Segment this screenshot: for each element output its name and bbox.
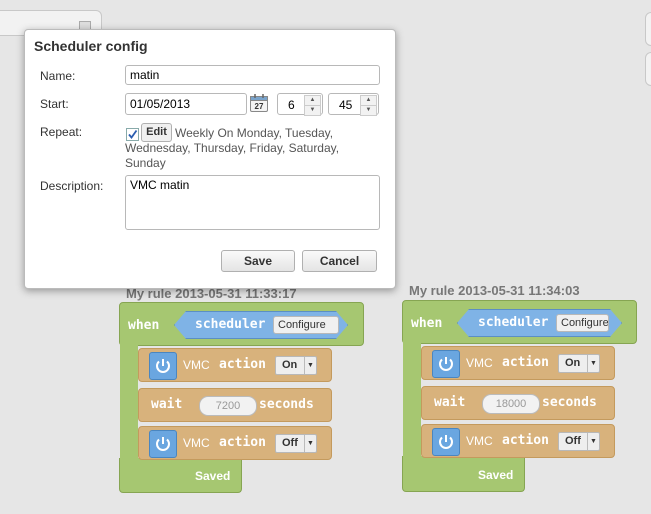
rule-title: My rule 2013-05-31 11:34:03 <box>409 283 580 298</box>
calendar-icon[interactable]: 27 <box>249 93 269 113</box>
action-statement[interactable]: VMC action On ▼ <box>421 346 615 380</box>
action-select-value: On <box>282 359 298 371</box>
action-statement[interactable]: VMC action Off ▼ <box>138 426 332 460</box>
when-block-spine <box>120 340 138 465</box>
spinner-down-icon[interactable]: ▼ <box>360 105 377 116</box>
device-label: VMC <box>466 434 493 448</box>
description-field[interactable]: VMC matin <box>125 175 380 230</box>
configure-button[interactable]: Configure <box>273 316 339 334</box>
seconds-label: seconds <box>259 397 314 412</box>
cancel-button[interactable]: Cancel <box>302 250 377 272</box>
dropdown-arrow-icon: ▼ <box>304 435 316 452</box>
action-statement[interactable]: VMC action Off ▼ <box>421 424 615 458</box>
checkmark-icon <box>128 129 138 139</box>
description-label: Description: <box>40 179 104 193</box>
start-hour-value: 6 <box>288 98 295 112</box>
wait-duration-input[interactable]: 7200 <box>199 396 257 416</box>
dropdown-arrow-icon: ▼ <box>304 357 316 374</box>
power-icon[interactable] <box>432 350 460 378</box>
action-keyword: action <box>502 355 549 370</box>
action-select-value: Off <box>565 435 581 447</box>
device-label: VMC <box>183 358 210 372</box>
action-keyword: action <box>502 433 549 448</box>
power-icon[interactable] <box>149 352 177 380</box>
configure-button[interactable]: Configure <box>556 314 609 332</box>
wait-keyword: wait <box>151 397 183 412</box>
background-panel-right <box>645 12 651 46</box>
device-label: VMC <box>466 356 493 370</box>
wait-duration-input[interactable]: 18000 <box>482 394 540 414</box>
calendar-day: 27 <box>255 102 264 111</box>
name-field[interactable] <box>125 65 380 85</box>
when-label: when <box>411 316 443 331</box>
action-select-value: On <box>565 357 581 369</box>
power-icon[interactable] <box>149 430 177 458</box>
scheduler-event[interactable]: scheduler Configure <box>457 309 622 337</box>
action-select[interactable]: On ▼ <box>558 354 600 373</box>
repeat-checkbox[interactable] <box>126 128 139 141</box>
edit-repeat-button[interactable]: Edit <box>141 123 172 142</box>
start-date-field[interactable] <box>125 93 247 115</box>
dropdown-arrow-icon: ▼ <box>587 355 599 372</box>
start-minute-spinner[interactable]: 45 ▲ ▼ <box>328 93 379 116</box>
action-select[interactable]: Off ▼ <box>275 434 317 453</box>
dialog-title: Scheduler config <box>34 38 148 54</box>
start-minute-value: 45 <box>339 98 353 112</box>
start-hour-spinner[interactable]: 6 ▲ ▼ <box>277 93 323 116</box>
scheduler-event[interactable]: scheduler Configure <box>174 311 348 339</box>
action-select[interactable]: Off ▼ <box>558 432 600 451</box>
spinner-down-icon[interactable]: ▼ <box>304 105 321 116</box>
wait-keyword: wait <box>434 395 466 410</box>
event-label: scheduler <box>478 315 549 330</box>
action-select-value: Off <box>282 437 298 449</box>
background-panel-right-2 <box>645 52 651 86</box>
action-keyword: action <box>219 357 266 372</box>
action-statement[interactable]: VMC action On ▼ <box>138 348 332 382</box>
wait-statement[interactable]: wait 7200 seconds <box>138 388 332 422</box>
when-block-spine <box>403 338 421 463</box>
save-button[interactable]: Save <box>221 250 295 272</box>
saved-status: Saved <box>195 469 231 483</box>
start-label: Start: <box>40 97 69 111</box>
when-label: when <box>128 318 160 333</box>
action-select[interactable]: On ▼ <box>275 356 317 375</box>
repeat-label: Repeat: <box>40 125 83 139</box>
saved-status: Saved <box>478 468 514 482</box>
scheduler-config-dialog: Scheduler config Name: Start: 27 6 ▲ ▼ 4… <box>24 29 396 289</box>
name-label: Name: <box>40 69 76 83</box>
power-icon[interactable] <box>432 428 460 456</box>
wait-statement[interactable]: wait 18000 seconds <box>421 386 615 420</box>
action-keyword: action <box>219 435 266 450</box>
device-label: VMC <box>183 436 210 450</box>
event-label: scheduler <box>195 317 266 332</box>
dropdown-arrow-icon: ▼ <box>587 433 599 450</box>
seconds-label: seconds <box>542 395 597 410</box>
